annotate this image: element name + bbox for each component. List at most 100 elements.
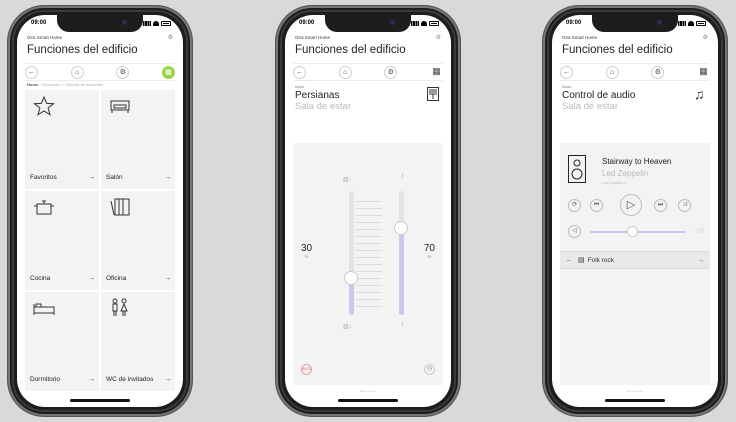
home-indicator[interactable] — [338, 399, 398, 402]
page-title: Funciones del edificio — [295, 44, 406, 56]
arrow-right-icon: → — [88, 275, 96, 282]
signal-icon — [143, 21, 151, 26]
breadcrumb-home[interactable]: Home — [27, 82, 38, 87]
right-percent-value: 70 — [423, 243, 435, 254]
grid-view-button[interactable]: ▦ — [697, 66, 710, 79]
home-button[interactable]: ⌂ — [605, 65, 619, 79]
slat-knob[interactable] — [394, 221, 408, 236]
room-name: Sala de estar — [295, 101, 351, 112]
back-button[interactable]: ← — [25, 65, 38, 79]
notch — [57, 15, 143, 32]
page-dots: •••••• — [359, 389, 377, 395]
pot-icon — [34, 200, 54, 215]
tile-salon[interactable]: Salón → — [101, 90, 175, 189]
slat-fill — [399, 228, 404, 315]
bookshelf-icon — [110, 198, 130, 216]
play-button[interactable]: ▷ — [620, 194, 642, 216]
breadcrumb-path: › Funciones ›› Carpeta de funciones — [39, 82, 104, 87]
wifi-icon — [153, 21, 159, 26]
clock-button[interactable]: ◷ — [424, 364, 435, 375]
battery-icon — [161, 21, 171, 26]
volume-down-icon[interactable]: ◁ — [568, 225, 581, 238]
auto-button[interactable]: AUTO — [301, 364, 312, 375]
settings-icon[interactable]: ⚙ — [436, 34, 441, 41]
nav-bar: ← ⌂ ⚙ ▦ — [560, 63, 710, 81]
arrow-left-icon[interactable]: ← — [560, 257, 578, 264]
grid-view-button[interactable]: ▦ — [161, 65, 175, 79]
status-time: 09:00 — [566, 20, 582, 26]
next-button[interactable]: ⏭ — [654, 199, 667, 212]
phone-frame: 09:00 Gira Smart Home ⚙ Funciones del ed… — [8, 6, 192, 416]
phone-screen: 09:00 Gira Smart Home ⚙ Funciones del ed… — [17, 15, 183, 407]
tile-wc[interactable]: WC de invitados → — [101, 292, 175, 391]
page-title: Funciones del edificio — [562, 44, 673, 56]
position-slider[interactable] — [344, 191, 358, 315]
notch — [325, 15, 411, 32]
blinds-up-icon: ▥↑ — [343, 177, 352, 183]
settings-icon[interactable]: ⚙ — [168, 34, 173, 41]
home-indicator[interactable] — [70, 399, 130, 402]
artist-name: Led Zeppelin — [602, 169, 649, 178]
star-icon — [33, 96, 55, 116]
music-note-icon: ♫ — [694, 86, 705, 102]
app-name: Gira Smart Home — [27, 35, 63, 40]
left-percent: 30% — [301, 243, 312, 259]
shuffle-button[interactable]: ⤨ — [678, 199, 691, 212]
home-button[interactable]: ⌂ — [70, 65, 84, 79]
position-knob[interactable] — [344, 270, 358, 285]
album-name: Led Zeppelin IV — [602, 181, 627, 185]
back-button[interactable]: ← — [560, 65, 573, 79]
song-title: Stairway to Heaven — [602, 157, 672, 166]
slat-open-icon: ⌇ — [401, 174, 404, 180]
breadcrumb: Home › Funciones ›› Carpeta de funciones — [27, 82, 103, 87]
arrow-right-icon: → — [164, 275, 172, 282]
percent-unit: % — [304, 254, 309, 259]
right-percent: 70% — [424, 243, 435, 259]
scale-ticks — [356, 195, 382, 310]
playlist-name: Folk rock — [587, 256, 614, 264]
grid-view-button[interactable]: ▦ — [430, 66, 443, 79]
tile-cocina[interactable]: Cocina → — [25, 191, 99, 290]
page-dots: •••••• — [626, 389, 644, 395]
settings-button[interactable]: ⚙ — [651, 65, 665, 79]
breadcrumb[interactable]: Inicio — [562, 84, 571, 89]
tile-dormitorio[interactable]: Dormitorio → — [25, 292, 99, 391]
app-name-bar: Gira Smart Home ⚙ — [295, 34, 441, 41]
previous-button[interactable]: ⏮ — [590, 199, 603, 212]
wifi-icon — [421, 21, 427, 26]
arrow-right-icon: → — [164, 376, 172, 383]
home-indicator[interactable] — [605, 399, 665, 402]
audio-panel: Stairway to Heaven Led Zeppelin Led Zepp… — [560, 143, 710, 385]
volume-knob[interactable] — [627, 226, 639, 237]
tile-label: Cocina — [30, 275, 51, 282]
settings-button[interactable]: ⚙ — [116, 65, 130, 79]
repeat-button[interactable]: ⟳ — [568, 199, 581, 212]
settings-button[interactable]: ⚙ — [384, 65, 398, 79]
slat-slider[interactable] — [394, 191, 408, 315]
arrow-right-icon[interactable]: → — [692, 257, 710, 264]
left-percent-value: 30 — [301, 243, 313, 254]
nav-bar: ← ⌂ ⚙ ▦ — [293, 63, 443, 81]
nav-bar: ← ⌂ ⚙ ▦ — [25, 63, 175, 81]
bed-icon — [33, 303, 55, 315]
playlist-icon: ▤ — [578, 257, 585, 264]
tile-label: Dormitorio — [30, 376, 60, 383]
playlist-selector[interactable]: ← ▤ Folk rock → — [560, 251, 710, 269]
percent-unit: % — [427, 254, 432, 259]
blinds-icon — [427, 87, 439, 101]
tile-label: Favoritos — [30, 174, 57, 181]
arrow-right-icon: → — [88, 376, 96, 383]
page-title: Funciones del edificio — [27, 44, 138, 56]
home-button[interactable]: ⌂ — [338, 65, 352, 79]
slat-closed-icon: ⌇ — [401, 322, 404, 328]
back-button[interactable]: ← — [293, 65, 306, 79]
phone-screen: 09:00 Gira Smart Home ⚙ Funciones del ed… — [285, 15, 451, 407]
settings-icon[interactable]: ⚙ — [703, 34, 708, 41]
volume-up-icon[interactable]: ◁)) — [695, 227, 704, 234]
breadcrumb[interactable]: Inicio — [295, 84, 304, 89]
tile-oficina[interactable]: Oficina → — [101, 191, 175, 290]
notch — [592, 15, 678, 32]
tile-favoritos[interactable]: Favoritos → — [25, 90, 99, 189]
arrow-right-icon: → — [88, 174, 96, 181]
tile-label: Oficina — [106, 275, 127, 282]
